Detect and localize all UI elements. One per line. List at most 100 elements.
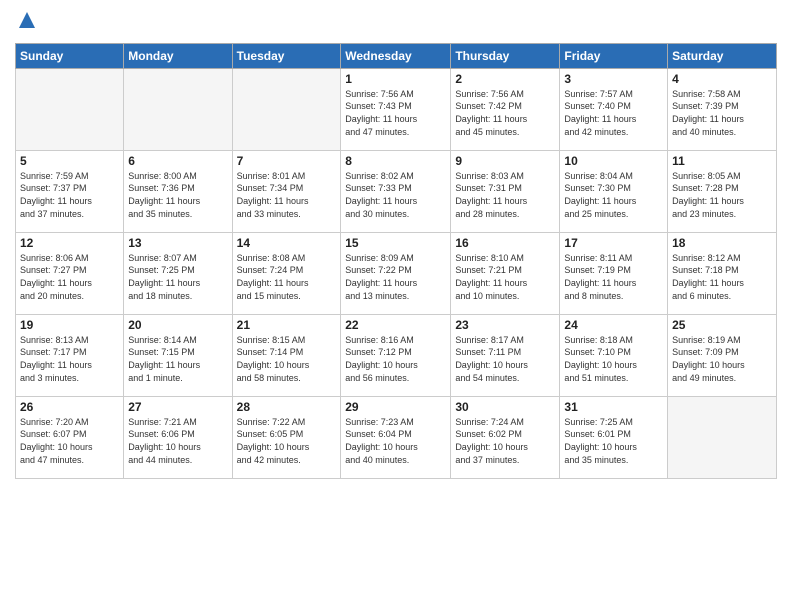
- calendar-day-cell: [668, 396, 777, 478]
- day-info: Sunrise: 7:24 AM Sunset: 6:02 PM Dayligh…: [455, 416, 555, 466]
- day-info: Sunrise: 8:15 AM Sunset: 7:14 PM Dayligh…: [237, 334, 337, 384]
- day-info: Sunrise: 7:21 AM Sunset: 6:06 PM Dayligh…: [128, 416, 227, 466]
- day-info: Sunrise: 7:59 AM Sunset: 7:37 PM Dayligh…: [20, 170, 119, 220]
- day-info: Sunrise: 8:05 AM Sunset: 7:28 PM Dayligh…: [672, 170, 772, 220]
- day-number: 20: [128, 318, 227, 332]
- calendar-table: SundayMondayTuesdayWednesdayThursdayFrid…: [15, 43, 777, 479]
- calendar-day-cell: 22 Sunrise: 8:16 AM Sunset: 7:12 PM Dayli…: [341, 314, 451, 396]
- day-number: 26: [20, 400, 119, 414]
- calendar-day-cell: 5 Sunrise: 7:59 AM Sunset: 7:37 PM Daylig…: [16, 150, 124, 232]
- day-info: Sunrise: 7:57 AM Sunset: 7:40 PM Dayligh…: [564, 88, 663, 138]
- day-number: 7: [237, 154, 337, 168]
- day-number: 5: [20, 154, 119, 168]
- calendar-week-row: 19Sunrise: 8:13 AM Sunset: 7:17 PM Dayli…: [16, 314, 777, 396]
- calendar-day-cell: 16 Sunrise: 8:10 AM Sunset: 7:21 PM Dayli…: [451, 232, 560, 314]
- day-number: 8: [345, 154, 446, 168]
- calendar-day-cell: 23Sunrise: 8:17 AM Sunset: 7:11 PM Dayli…: [451, 314, 560, 396]
- day-number: 3: [564, 72, 663, 86]
- day-info: Sunrise: 8:09 AM Sunset: 7:22 PM Dayligh…: [345, 252, 446, 302]
- day-info: Sunrise: 8:18 AM Sunset: 7:10 PM Dayligh…: [564, 334, 663, 384]
- calendar-day-cell: 4 Sunrise: 7:58 AM Sunset: 7:39 PM Daylig…: [668, 68, 777, 150]
- calendar-day-cell: 10 Sunrise: 8:04 AM Sunset: 7:30 PM Dayli…: [560, 150, 668, 232]
- calendar-day-cell: 30Sunrise: 7:24 AM Sunset: 6:02 PM Dayli…: [451, 396, 560, 478]
- day-number: 22: [345, 318, 446, 332]
- day-number: 23: [455, 318, 555, 332]
- calendar-day-cell: [16, 68, 124, 150]
- calendar-day-cell: 12 Sunrise: 8:06 AM Sunset: 7:27 PM Dayli…: [16, 232, 124, 314]
- day-info: Sunrise: 8:16 AM Sunset: 7:12 PM Dayligh…: [345, 334, 446, 384]
- calendar-day-cell: 8 Sunrise: 8:02 AM Sunset: 7:33 PM Daylig…: [341, 150, 451, 232]
- day-number: 18: [672, 236, 772, 250]
- day-info: Sunrise: 8:11 AM Sunset: 7:19 PM Dayligh…: [564, 252, 663, 302]
- day-info: Sunrise: 8:03 AM Sunset: 7:31 PM Dayligh…: [455, 170, 555, 220]
- weekday-header-friday: Friday: [560, 43, 668, 68]
- calendar-day-cell: 21Sunrise: 8:15 AM Sunset: 7:14 PM Dayli…: [232, 314, 341, 396]
- calendar-day-cell: 9 Sunrise: 8:03 AM Sunset: 7:31 PM Daylig…: [451, 150, 560, 232]
- calendar-day-cell: 7 Sunrise: 8:01 AM Sunset: 7:34 PM Daylig…: [232, 150, 341, 232]
- day-info: Sunrise: 7:20 AM Sunset: 6:07 PM Dayligh…: [20, 416, 119, 466]
- day-number: 6: [128, 154, 227, 168]
- day-number: 31: [564, 400, 663, 414]
- calendar-day-cell: 18 Sunrise: 8:12 AM Sunset: 7:18 PM Dayli…: [668, 232, 777, 314]
- calendar-day-cell: [232, 68, 341, 150]
- calendar-day-cell: 25 Sunrise: 8:19 AM Sunset: 7:09 PM Dayli…: [668, 314, 777, 396]
- day-info: Sunrise: 8:00 AM Sunset: 7:36 PM Dayligh…: [128, 170, 227, 220]
- day-number: 28: [237, 400, 337, 414]
- calendar-day-cell: 17 Sunrise: 8:11 AM Sunset: 7:19 PM Dayli…: [560, 232, 668, 314]
- day-info: Sunrise: 7:58 AM Sunset: 7:39 PM Dayligh…: [672, 88, 772, 138]
- calendar-day-cell: 15 Sunrise: 8:09 AM Sunset: 7:22 PM Dayli…: [341, 232, 451, 314]
- day-info: Sunrise: 8:04 AM Sunset: 7:30 PM Dayligh…: [564, 170, 663, 220]
- calendar-week-row: 26 Sunrise: 7:20 AM Sunset: 6:07 PM Dayli…: [16, 396, 777, 478]
- day-number: 9: [455, 154, 555, 168]
- day-info: Sunrise: 8:13 AM Sunset: 7:17 PM Dayligh…: [20, 334, 119, 384]
- day-info: Sunrise: 8:06 AM Sunset: 7:27 PM Dayligh…: [20, 252, 119, 302]
- day-number: 24: [564, 318, 663, 332]
- day-info: Sunrise: 8:07 AM Sunset: 7:25 PM Dayligh…: [128, 252, 227, 302]
- calendar-day-cell: 2Sunrise: 7:56 AM Sunset: 7:42 PM Daylig…: [451, 68, 560, 150]
- weekday-header-tuesday: Tuesday: [232, 43, 341, 68]
- calendar-day-cell: 29 Sunrise: 7:23 AM Sunset: 6:04 PM Dayli…: [341, 396, 451, 478]
- day-number: 12: [20, 236, 119, 250]
- calendar-week-row: 1 Sunrise: 7:56 AM Sunset: 7:43 PM Daylig…: [16, 68, 777, 150]
- calendar-day-cell: 26 Sunrise: 7:20 AM Sunset: 6:07 PM Dayli…: [16, 396, 124, 478]
- day-number: 10: [564, 154, 663, 168]
- calendar-day-cell: 31 Sunrise: 7:25 AM Sunset: 6:01 PM Dayli…: [560, 396, 668, 478]
- day-info: Sunrise: 7:22 AM Sunset: 6:05 PM Dayligh…: [237, 416, 337, 466]
- day-number: 29: [345, 400, 446, 414]
- day-number: 13: [128, 236, 227, 250]
- calendar-day-cell: 14Sunrise: 8:08 AM Sunset: 7:24 PM Dayli…: [232, 232, 341, 314]
- weekday-header-sunday: Sunday: [16, 43, 124, 68]
- day-info: Sunrise: 8:19 AM Sunset: 7:09 PM Dayligh…: [672, 334, 772, 384]
- day-number: 1: [345, 72, 446, 86]
- calendar-day-cell: 24 Sunrise: 8:18 AM Sunset: 7:10 PM Dayli…: [560, 314, 668, 396]
- day-number: 17: [564, 236, 663, 250]
- day-info: Sunrise: 8:14 AM Sunset: 7:15 PM Dayligh…: [128, 334, 227, 384]
- logo-icon: [17, 10, 37, 30]
- day-number: 14: [237, 236, 337, 250]
- calendar-day-cell: 1 Sunrise: 7:56 AM Sunset: 7:43 PM Daylig…: [341, 68, 451, 150]
- day-info: Sunrise: 8:02 AM Sunset: 7:33 PM Dayligh…: [345, 170, 446, 220]
- day-info: Sunrise: 8:10 AM Sunset: 7:21 PM Dayligh…: [455, 252, 555, 302]
- calendar-day-cell: 20 Sunrise: 8:14 AM Sunset: 7:15 PM Dayli…: [124, 314, 232, 396]
- day-number: 25: [672, 318, 772, 332]
- calendar-day-cell: 6 Sunrise: 8:00 AM Sunset: 7:36 PM Daylig…: [124, 150, 232, 232]
- day-info: Sunrise: 7:56 AM Sunset: 7:43 PM Dayligh…: [345, 88, 446, 138]
- page-header: [15, 10, 777, 35]
- day-info: Sunrise: 8:12 AM Sunset: 7:18 PM Dayligh…: [672, 252, 772, 302]
- weekday-header-monday: Monday: [124, 43, 232, 68]
- weekday-header-wednesday: Wednesday: [341, 43, 451, 68]
- day-info: Sunrise: 7:23 AM Sunset: 6:04 PM Dayligh…: [345, 416, 446, 466]
- calendar-week-row: 12 Sunrise: 8:06 AM Sunset: 7:27 PM Dayli…: [16, 232, 777, 314]
- weekday-header-row: SundayMondayTuesdayWednesdayThursdayFrid…: [16, 43, 777, 68]
- day-number: 15: [345, 236, 446, 250]
- day-number: 4: [672, 72, 772, 86]
- day-info: Sunrise: 7:25 AM Sunset: 6:01 PM Dayligh…: [564, 416, 663, 466]
- day-number: 2: [455, 72, 555, 86]
- weekday-header-thursday: Thursday: [451, 43, 560, 68]
- day-info: Sunrise: 8:01 AM Sunset: 7:34 PM Dayligh…: [237, 170, 337, 220]
- calendar-day-cell: 11 Sunrise: 8:05 AM Sunset: 7:28 PM Dayli…: [668, 150, 777, 232]
- calendar-day-cell: [124, 68, 232, 150]
- day-number: 11: [672, 154, 772, 168]
- weekday-header-saturday: Saturday: [668, 43, 777, 68]
- day-number: 16: [455, 236, 555, 250]
